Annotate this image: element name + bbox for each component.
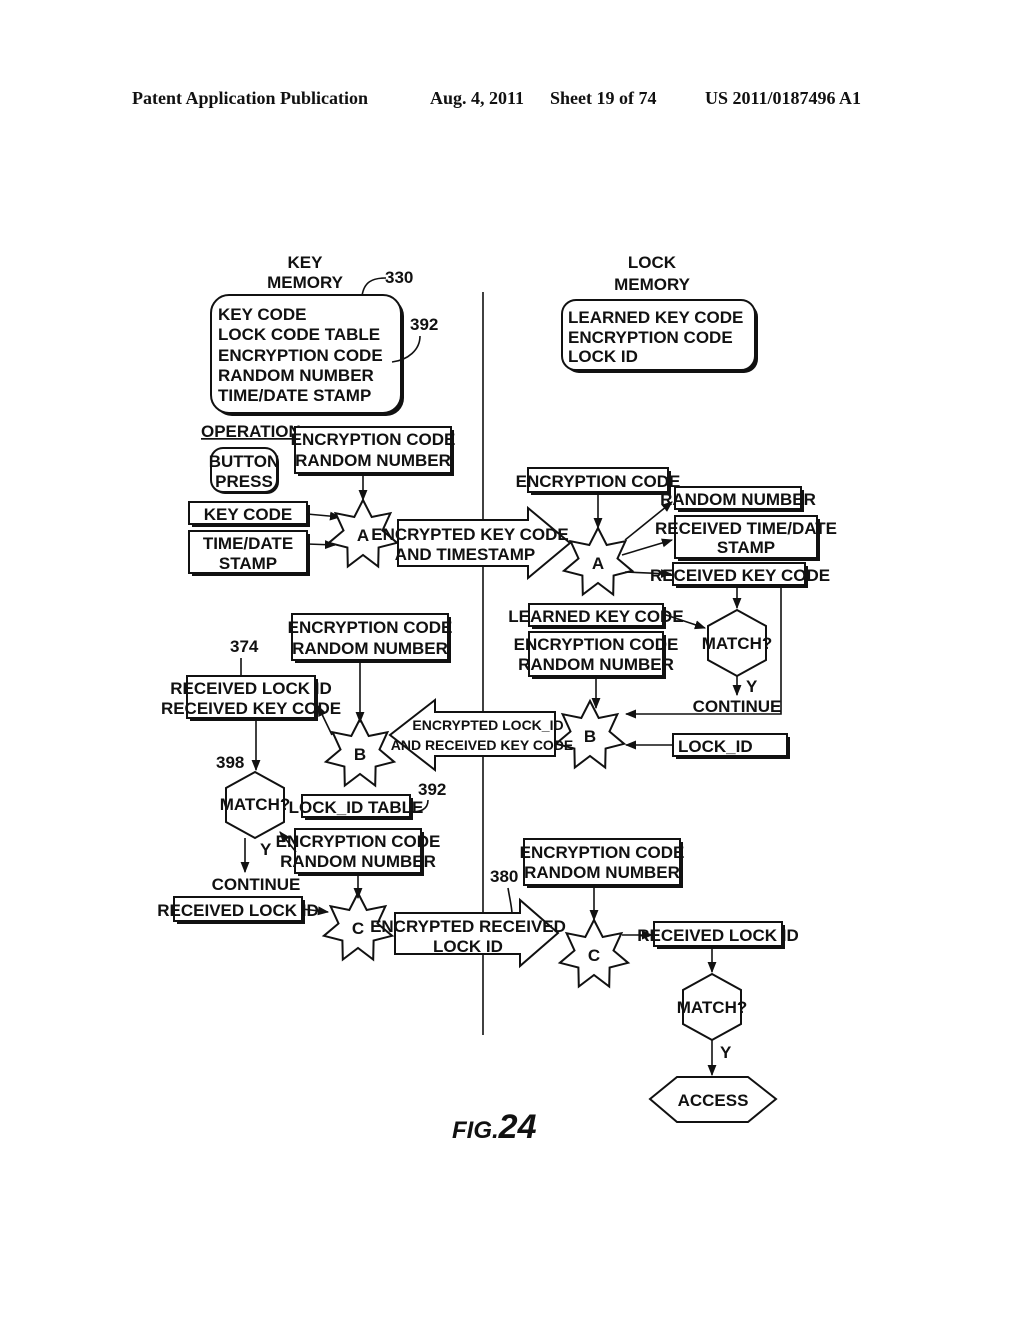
transfer-text: AND TIMESTAMP xyxy=(395,545,535,564)
box-text: LOCK_ID TABLE xyxy=(289,798,424,817)
key-memory-item: KEY CODE xyxy=(218,305,307,324)
ref-330: 330 xyxy=(385,268,413,287)
box-text: STAMP xyxy=(717,538,775,557)
box-text: RECEIVED LOCK ID xyxy=(157,901,319,920)
box-text: LOCK_ID xyxy=(678,737,753,756)
lock-title-1: LOCK xyxy=(628,253,677,272)
box-text: ENCRYPTION CODE xyxy=(516,472,681,491)
lock-star-b-label: B xyxy=(584,727,596,746)
key-star-c-label: C xyxy=(352,919,364,938)
yes-label: Y xyxy=(746,677,758,696)
leader-330 xyxy=(361,277,387,297)
figure-prefix: FIG. xyxy=(452,1117,499,1144)
lock-memory-item: ENCRYPTION CODE xyxy=(568,328,733,347)
box-text: ENCRYPTION CODE xyxy=(291,430,456,449)
key-star-a-label: A xyxy=(357,526,369,545)
key-memory-item: RANDOM NUMBER xyxy=(218,366,374,385)
ref-398: 398 xyxy=(216,753,244,772)
figure-number: 24 xyxy=(498,1108,537,1146)
ref-392: 392 xyxy=(410,315,438,334)
figure-label: FIG.24 xyxy=(452,1108,537,1147)
box-text: RECEIVED KEY CODE xyxy=(161,699,341,718)
box-text: LEARNED KEY CODE xyxy=(508,607,683,626)
key-memory-item: ENCRYPTION CODE xyxy=(218,346,383,365)
transfer-text: ENCRYPTED KEY CODE xyxy=(371,525,568,544)
key-memory-item: LOCK CODE TABLE xyxy=(218,325,380,344)
box-text: ENCRYPTION CODE xyxy=(276,832,441,851)
box-text: RANDOM NUMBER xyxy=(280,852,436,871)
box-text: RANDOM NUMBER xyxy=(524,863,680,882)
key-star-b-label: B xyxy=(354,745,366,764)
box-text: TIME/DATE xyxy=(203,534,293,553)
continue-label: CONTINUE xyxy=(693,697,782,716)
yes-label: Y xyxy=(720,1043,732,1062)
lock-title-2: MEMORY xyxy=(614,275,691,294)
lock-memory-item: LEARNED KEY CODE xyxy=(568,308,743,327)
lock-star-a-label: A xyxy=(592,554,604,573)
button-press-text: PRESS xyxy=(215,472,273,491)
transfer-text: ENCRYPTED LOCK_ID xyxy=(412,717,563,733)
ref-374: 374 xyxy=(230,637,259,656)
hexagon-text: MATCH? xyxy=(702,634,773,653)
lock-memory-item: LOCK ID xyxy=(568,347,638,366)
box-text: RANDOM NUMBER xyxy=(295,451,451,470)
transfer-text: LOCK ID xyxy=(433,937,503,956)
box-text: ENCRYPTION CODE xyxy=(520,843,685,862)
continue-label: CONTINUE xyxy=(212,875,301,894)
box-text: RECEIVED TIME/DATE xyxy=(655,519,837,538)
box-text: ENCRYPTION CODE xyxy=(514,635,679,654)
transfer-arrow-b xyxy=(388,697,556,773)
hexagon-text: MATCH? xyxy=(220,795,291,814)
box-text: RANDOM NUMBER xyxy=(292,639,448,658)
lock-star-c-label: C xyxy=(588,946,600,965)
box-text: ENCRYPTION CODE xyxy=(288,618,453,637)
box-text: RANDOM NUMBER xyxy=(660,490,816,509)
box-text: RECEIVED KEY CODE xyxy=(650,566,830,585)
yes-label: Y xyxy=(260,840,272,859)
transfer-text: AND RECEIVED KEY CODE xyxy=(391,737,574,753)
key-memory-item: TIME/DATE STAMP xyxy=(218,386,371,405)
box-text: RECEIVED LOCK ID xyxy=(637,926,799,945)
key-title-2: MEMORY xyxy=(267,273,344,292)
key-title-1: KEY xyxy=(288,253,324,272)
transfer-text: ENCRYPTED RECEIVED xyxy=(370,917,566,936)
button-press-text: BUTTON xyxy=(209,452,280,471)
box-text: KEY CODE xyxy=(204,505,293,524)
access-text: ACCESS xyxy=(678,1091,749,1110)
ref-380: 380 xyxy=(490,867,518,886)
hexagon-text: MATCH? xyxy=(677,998,748,1017)
box-text: RANDOM NUMBER xyxy=(518,655,674,674)
box-text: STAMP xyxy=(219,554,277,573)
ref-392b: 392 xyxy=(418,780,446,799)
box-text: RECEIVED LOCK ID xyxy=(170,679,332,698)
